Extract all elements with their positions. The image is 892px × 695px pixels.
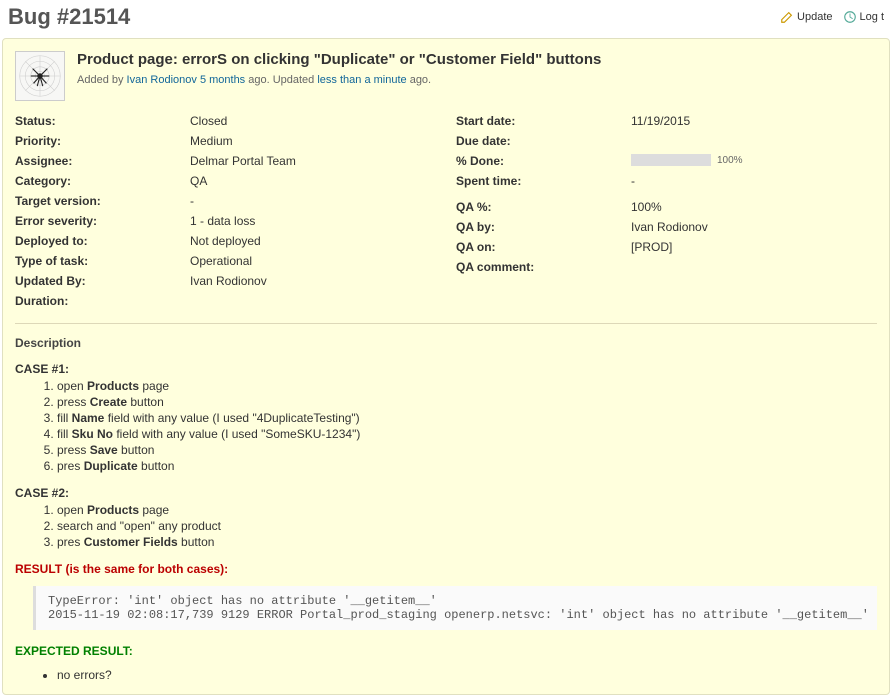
case2-title: CASE #2: [15,486,877,500]
attr-label: QA comment: [456,260,631,274]
attr-value: 100% [631,154,743,168]
attr-row: QA on:[PROD] [456,237,877,257]
attr-label: Type of task: [15,254,190,268]
attr-row: Error severity:1 - data loss [15,211,436,231]
log-time-button[interactable]: Log t [843,10,884,24]
attr-row: QA by:Ivan Rodionov [456,217,877,237]
attr-row: Priority:Medium [15,131,436,151]
attr-label: Spent time: [456,174,631,188]
attr-row: Type of task:Operational [15,251,436,271]
attr-label: Status: [15,114,190,128]
error-output: TypeError: 'int' object has no attribute… [33,586,877,630]
attr-label: QA by: [456,220,631,234]
case1-steps: open Products pagepress Create buttonfil… [57,378,877,474]
step-item: open Products page [57,378,877,394]
attributes-right: Start date:11/19/2015Due date:% Done:100… [456,111,877,311]
attr-value: Not deployed [190,234,261,248]
expected-heading: EXPECTED RESULT: [15,644,877,658]
attr-label: Duration: [15,294,190,308]
step-item: press Create button [57,394,877,410]
step-item: press Save button [57,442,877,458]
case2-steps: open Products pagesearch and "open" any … [57,502,877,550]
attr-value: Closed [190,114,227,128]
attr-label: Priority: [15,134,190,148]
clock-icon [843,10,857,24]
attr-label: Error severity: [15,214,190,228]
attr-row: Target version:- [15,191,436,211]
attr-row: Category:QA [15,171,436,191]
step-item: fill Name field with any value (I used "… [57,410,877,426]
attr-value: 100% [631,200,662,214]
attr-label: % Done: [456,154,631,168]
issue-author-line: Added by Ivan Rodionov 5 months ago. Upd… [77,74,601,86]
attr-row: Deployed to:Not deployed [15,231,436,251]
attr-row: Spent time:- [456,171,877,191]
issue-subject: Product page: errorS on clicking "Duplic… [77,51,601,68]
pencil-icon [780,10,794,24]
attr-row: Status:Closed [15,111,436,131]
attr-value: Ivan Rodionov [631,220,708,234]
attr-row: Start date:11/19/2015 [456,111,877,131]
expected-list: no errors? [57,668,877,682]
attr-label: QA on: [456,240,631,254]
case1-title: CASE #1: [15,362,877,376]
attr-value: 1 - data loss [190,214,255,228]
attr-row: Updated By:Ivan Rodionov [15,271,436,291]
attr-label: Assignee: [15,154,190,168]
divider [15,323,877,324]
step-item: fill Sku No field with any value (I used… [57,426,877,442]
result-heading: RESULT (is the same for both cases): [15,562,877,576]
attr-row: Due date: [456,131,877,151]
attr-label: Due date: [456,134,631,148]
attr-label: Updated By: [15,274,190,288]
attr-value: Ivan Rodionov [190,274,267,288]
issue-title-block: Product page: errorS on clicking "Duplic… [77,51,601,101]
step-item: open Products page [57,502,877,518]
attr-row: Duration: [15,291,436,311]
attr-label: Deployed to: [15,234,190,248]
description-label: Description [15,336,877,350]
attributes-grid: Status:ClosedPriority:MediumAssignee:Del… [15,111,877,311]
log-label: Log t [860,11,884,23]
header-actions: Update Log t [780,10,884,24]
step-item: search and "open" any product [57,518,877,534]
attr-value: - [631,174,635,188]
attr-value: QA [190,174,207,188]
attr-label: Category: [15,174,190,188]
attr-label: Target version: [15,194,190,208]
description-section: Description CASE #1: open Products pagep… [15,336,877,682]
attr-row: QA %:100% [456,197,877,217]
attr-row: Assignee:Delmar Portal Team [15,151,436,171]
attr-value: - [190,194,194,208]
page-header: Bug #21514 Update Log t [0,0,892,38]
expected-item: no errors? [57,668,877,682]
page-title: Bug #21514 [8,4,130,30]
update-button[interactable]: Update [780,10,832,24]
attr-value: 11/19/2015 [631,114,690,128]
attributes-left: Status:ClosedPriority:MediumAssignee:Del… [15,111,436,311]
step-item: pres Customer Fields button [57,534,877,550]
attr-value: [PROD] [631,240,672,254]
attr-value: Delmar Portal Team [190,154,296,168]
attr-row: QA comment: [456,257,877,277]
attr-label: Start date: [456,114,631,128]
update-label: Update [797,11,832,23]
attr-label: QA %: [456,200,631,214]
author-link[interactable]: Ivan Rodionov 5 months [127,74,246,86]
updated-ago-link[interactable]: less than a minute [317,74,406,86]
attr-value: Medium [190,134,233,148]
attr-value: Operational [190,254,252,268]
attr-row: % Done:100% [456,151,877,171]
issue-card: Product page: errorS on clicking "Duplic… [2,38,890,695]
step-item: pres Duplicate button [57,458,877,474]
issue-header: Product page: errorS on clicking "Duplic… [15,51,877,101]
avatar [15,51,65,101]
